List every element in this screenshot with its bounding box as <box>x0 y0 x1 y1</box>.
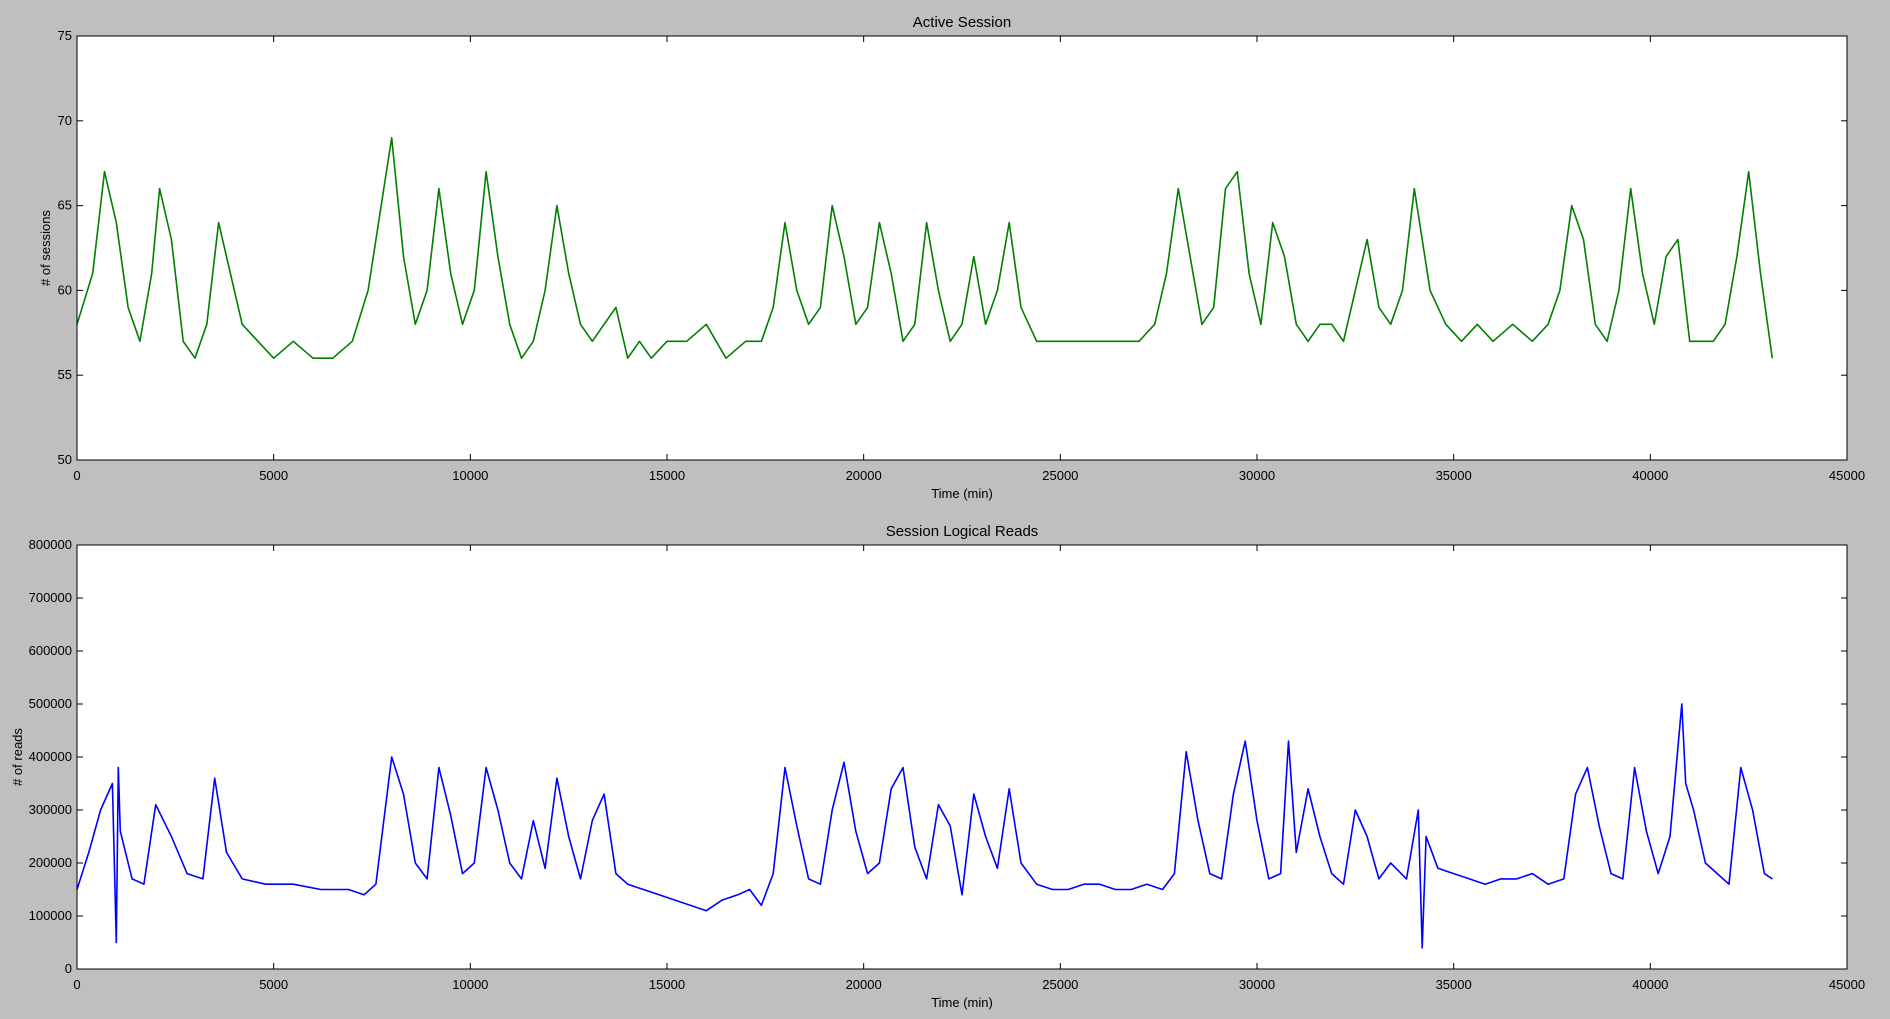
chart-title: Active Session <box>913 14 1011 31</box>
x-tick-label: 40000 <box>1632 977 1668 992</box>
y-tick-label: 60 <box>58 282 72 297</box>
chart-title: Session Logical Reads <box>886 523 1039 540</box>
y-tick-label: 50 <box>58 452 72 467</box>
x-tick-label: 25000 <box>1042 977 1078 992</box>
x-tick-label: 35000 <box>1436 977 1472 992</box>
y-tick-label: 800000 <box>29 537 72 552</box>
chart-panel-2: 0 5000 10000 15000 20000 25000 30000 35000 40000… <box>10 523 1865 1010</box>
y-tick-label: 200000 <box>29 855 72 870</box>
x-tick-label: 30000 <box>1239 468 1275 483</box>
x-tick-label: 10000 <box>452 468 488 483</box>
x-tick-label: 30000 <box>1239 977 1275 992</box>
chart-figure: 0 5000 10000 15000 20000 25000 30000 35000 40000… <box>0 0 1890 1014</box>
y-tick-label: 500000 <box>29 696 72 711</box>
y-tick-label: 300000 <box>29 802 72 817</box>
y-tick-label: 70 <box>58 113 72 128</box>
y-tick-label: 75 <box>58 28 72 43</box>
chart-panel-1: 0 5000 10000 15000 20000 25000 30000 35000 40000… <box>38 14 1865 501</box>
plot-area <box>77 545 1847 969</box>
x-tick-label: 10000 <box>452 977 488 992</box>
x-tick-label: 25000 <box>1042 468 1078 483</box>
x-tick-label: 5000 <box>259 977 288 992</box>
x-tick-label: 15000 <box>649 977 685 992</box>
y-tick-label: 55 <box>58 367 72 382</box>
x-tick-label: 40000 <box>1632 468 1668 483</box>
plot-area <box>77 36 1847 460</box>
y-tick-label: 600000 <box>29 643 72 658</box>
x-tick-label: 35000 <box>1436 468 1472 483</box>
y-axis-label: # of reads <box>10 728 25 786</box>
y-tick-label: 400000 <box>29 749 72 764</box>
x-tick-label: 45000 <box>1829 977 1865 992</box>
x-tick-label: 0 <box>73 468 80 483</box>
y-axis-label: # of sessions <box>38 210 53 286</box>
y-tick-label: 65 <box>58 198 72 213</box>
y-tick-label: 700000 <box>29 590 72 605</box>
x-tick-label: 5000 <box>259 468 288 483</box>
x-tick-label: 20000 <box>846 977 882 992</box>
x-axis-label: Time (min) <box>931 995 993 1010</box>
x-axis-label: Time (min) <box>931 486 993 501</box>
y-tick-label: 0 <box>65 961 72 976</box>
x-tick-label: 45000 <box>1829 468 1865 483</box>
figure-svg: 0 5000 10000 15000 20000 25000 30000 35000 40000… <box>10 14 1865 1010</box>
x-tick-label: 20000 <box>846 468 882 483</box>
x-tick-label: 15000 <box>649 468 685 483</box>
x-tick-label: 0 <box>73 977 80 992</box>
y-tick-label: 100000 <box>29 908 72 923</box>
